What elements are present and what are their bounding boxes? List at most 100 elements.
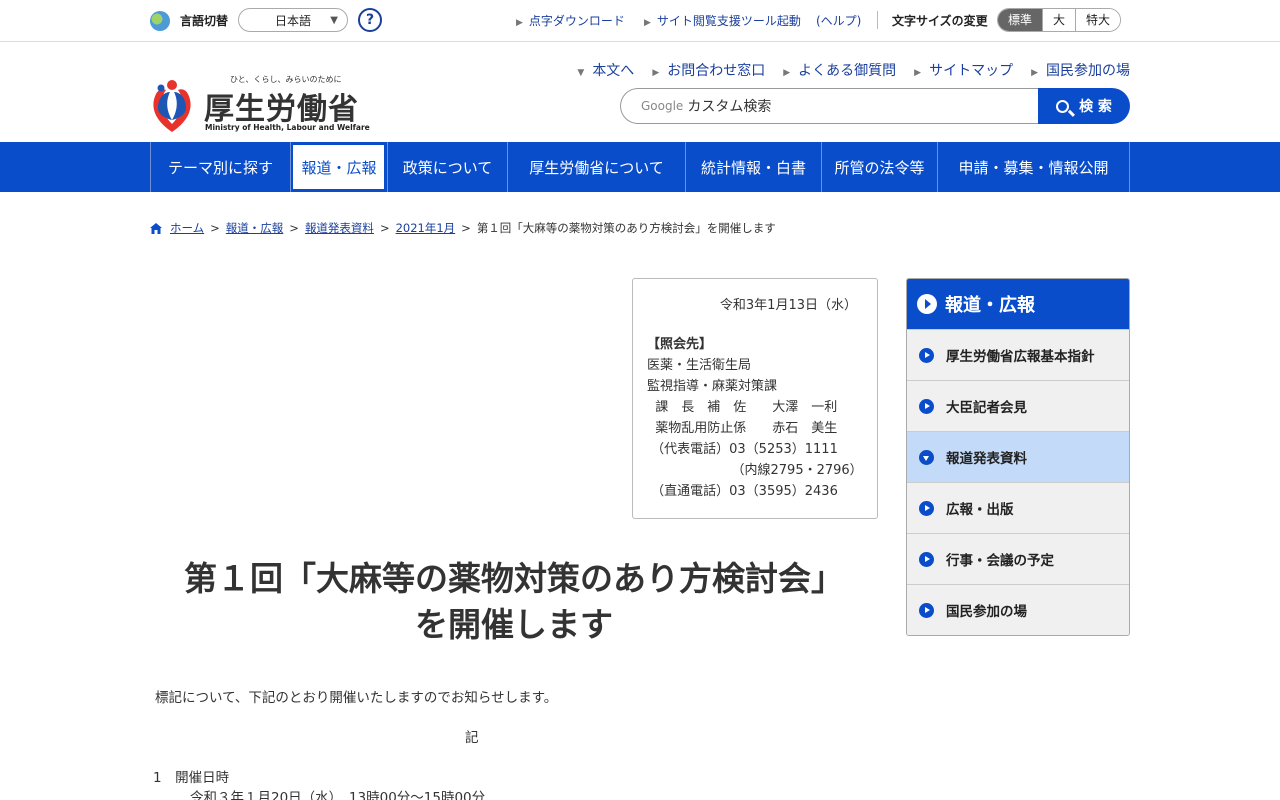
article-ki: 記 bbox=[465, 730, 479, 746]
divider bbox=[877, 11, 878, 29]
site-logo[interactable]: ひと、くらし、みらいのために 厚生労働省 Ministry of Health,… bbox=[148, 74, 370, 134]
search-input[interactable]: Google カスタム検索 bbox=[620, 88, 1050, 124]
contact-line: 課 長 補 佐 大澤 一利 bbox=[647, 400, 838, 415]
public-participation-link[interactable]: ▶ 国民参加の場 bbox=[1031, 60, 1130, 80]
breadcrumb: ホーム > 報道・広報 > 報道発表資料 > 2021年1月 > 第１回「大麻等… bbox=[150, 220, 776, 236]
braille-download-label: 点字ダウンロード bbox=[528, 14, 625, 28]
arrow-right-icon: ▶ bbox=[914, 68, 922, 78]
font-size-xlarge-button[interactable]: 特大 bbox=[1075, 9, 1121, 31]
nav-statistics[interactable]: 統計情報・白書 bbox=[685, 142, 821, 192]
nav-laws[interactable]: 所管の法令等 bbox=[821, 142, 937, 192]
contact-line: 薬物乱用防止係 赤石 美生 bbox=[647, 421, 838, 436]
mhlw-logo-icon bbox=[153, 80, 191, 132]
public-participation-label: 国民参加の場 bbox=[1046, 63, 1130, 79]
breadcrumb-separator: > bbox=[461, 221, 471, 235]
breadcrumb-month[interactable]: 2021年1月 bbox=[396, 220, 456, 236]
contact-line: （直通電話）03（3595）2436 bbox=[647, 484, 838, 499]
side-nav-item-publications[interactable]: 広報・出版 bbox=[907, 482, 1129, 533]
nav-policy[interactable]: 政策について bbox=[387, 142, 507, 192]
contact-link[interactable]: ▶ お問合わせ窓口 bbox=[652, 60, 765, 80]
arrow-right-icon: ▶ bbox=[644, 18, 651, 28]
font-size-label: 文字サイズの変更 bbox=[892, 14, 988, 28]
nav-theme[interactable]: テーマ別に探す bbox=[150, 142, 290, 192]
breadcrumb-separator: > bbox=[210, 221, 220, 235]
side-nav-item-label: 行事・会議の予定 bbox=[946, 553, 1054, 569]
utility-bar: 言語切替 日本語 ▼ ? ▶ 点字ダウンロード ▶ サイト閲覧支援ツール起動 (ヘル… bbox=[0, 0, 1280, 42]
article-intro: 標記について、下記のとおり開催いたしますのでお知らせします。 bbox=[155, 690, 558, 706]
breadcrumb-press[interactable]: 報道・広報 bbox=[226, 220, 284, 236]
arrow-right-circle-icon bbox=[919, 398, 934, 414]
side-nav-item-press-conference[interactable]: 大臣記者会見 bbox=[907, 380, 1129, 431]
side-nav-item-press-releases[interactable]: 報道発表資料 bbox=[907, 431, 1129, 482]
contact-line: 監視指導・麻薬対策課 bbox=[647, 379, 778, 394]
arrow-right-circle-icon bbox=[917, 294, 937, 314]
sitemap-label: サイトマップ bbox=[929, 63, 1014, 79]
breadcrumb-separator: > bbox=[379, 221, 390, 235]
article-item-detail: 令和３年１月20日（水） 13時00分～15時00分 bbox=[190, 790, 486, 800]
chevron-down-icon: ▼ bbox=[577, 68, 585, 78]
side-nav-item-label: 厚生労働省広報基本指針 bbox=[946, 349, 1095, 365]
font-size-switch: 標準 大 特大 bbox=[997, 8, 1122, 32]
arrow-right-circle-icon bbox=[919, 500, 934, 516]
home-icon bbox=[150, 222, 162, 234]
accessibility-tool-link[interactable]: ▶ サイト閲覧支援ツール起動 bbox=[644, 12, 801, 29]
logo-name: 厚生労働省 bbox=[204, 92, 359, 127]
skip-to-content-link[interactable]: ▼ 本文へ bbox=[577, 60, 634, 80]
braille-download-link[interactable]: ▶ 点字ダウンロード bbox=[516, 12, 625, 29]
contact-heading: 【照会先】 bbox=[647, 337, 713, 352]
page-title-line2: を開催します bbox=[415, 605, 613, 644]
faq-link[interactable]: ▶ よくある御質問 bbox=[783, 60, 896, 80]
side-nav-heading-label: 報道・広報 bbox=[945, 295, 1035, 316]
search-placeholder: カスタム検索 bbox=[687, 99, 772, 115]
accessibility-tool-label: サイト閲覧支援ツール起動 bbox=[656, 14, 801, 28]
arrow-right-circle-icon bbox=[919, 347, 934, 363]
side-nav-item-public-participation[interactable]: 国民参加の場 bbox=[907, 584, 1129, 635]
side-nav-item-label: 国民参加の場 bbox=[946, 604, 1027, 620]
logo-english-name: Ministry of Health, Labour and Welfare bbox=[205, 123, 370, 132]
side-nav-heading[interactable]: 報道・広報 bbox=[907, 279, 1129, 329]
side-nav-item-pr-guideline[interactable]: 厚生労働省広報基本指針 bbox=[907, 329, 1129, 380]
page-title: 第１回「大麻等の薬物対策のあり方検討会」 を開催します bbox=[150, 556, 878, 648]
arrow-down-circle-icon bbox=[919, 449, 934, 465]
breadcrumb-home[interactable]: ホーム bbox=[170, 220, 204, 236]
contact-box: 令和3年1月13日（水） 【照会先】 医薬・生活衛生局 監視指導・麻薬対策課 課… bbox=[632, 278, 878, 519]
font-size-standard-button[interactable]: 標準 bbox=[998, 9, 1043, 31]
font-size-large-button[interactable]: 大 bbox=[1042, 9, 1076, 31]
chevron-down-icon: ▼ bbox=[330, 15, 338, 26]
nav-applications[interactable]: 申請・募集・情報公開 bbox=[937, 142, 1130, 192]
accessibility-help-link[interactable]: (ヘルプ) bbox=[816, 12, 861, 29]
nav-press[interactable]: 報道・広報 bbox=[290, 142, 387, 192]
search-button-label: 検 索 bbox=[1079, 99, 1112, 115]
contact-label: お問合わせ窓口 bbox=[667, 63, 766, 79]
breadcrumb-separator: > bbox=[289, 221, 299, 235]
sitemap-link[interactable]: ▶ サイトマップ bbox=[914, 60, 1013, 80]
contact-line: （代表電話）03（5253）1111 bbox=[647, 442, 838, 457]
header-links: ▼ 本文へ ▶ お問合わせ窓口 ▶ よくある御質問 ▶ サイトマップ ▶ 国民参加の場 bbox=[559, 60, 1130, 80]
breadcrumb-current: 第１回「大麻等の薬物対策のあり方検討会」を開催します bbox=[476, 221, 776, 235]
arrow-right-icon: ▶ bbox=[1031, 68, 1038, 78]
side-nav-item-events[interactable]: 行事・会議の予定 bbox=[907, 533, 1129, 584]
breadcrumb-press-releases[interactable]: 報道発表資料 bbox=[305, 220, 374, 236]
page-title-line1: 第１回「大麻等の薬物対策のあり方検討会」 bbox=[184, 559, 844, 598]
side-nav-item-label: 報道発表資料 bbox=[946, 451, 1027, 467]
side-nav-item-label: 広報・出版 bbox=[946, 502, 1014, 518]
arrow-right-icon: ▶ bbox=[783, 68, 791, 78]
side-nav-item-label: 大臣記者会見 bbox=[946, 400, 1027, 416]
arrow-right-icon: ▶ bbox=[652, 68, 660, 78]
side-nav: 報道・広報 厚生労働省広報基本指針 大臣記者会見 報道発表資料 広報・出版 行事… bbox=[906, 278, 1130, 636]
language-select-value: 日本語 bbox=[274, 13, 311, 28]
search-icon bbox=[1056, 99, 1070, 113]
search-button[interactable]: 検 索 bbox=[1038, 88, 1130, 124]
faq-label: よくある御質問 bbox=[798, 63, 897, 79]
skip-to-content-label: 本文へ bbox=[592, 63, 635, 79]
google-label: Google bbox=[641, 99, 684, 113]
globe-icon bbox=[150, 11, 170, 31]
release-date: 令和3年1月13日（水） bbox=[719, 298, 857, 313]
arrow-right-circle-icon bbox=[919, 602, 934, 618]
global-nav: テーマ別に探す 報道・広報 政策について 厚生労働省について 統計情報・白書 所… bbox=[0, 142, 1280, 192]
language-select[interactable]: 日本語 ▼ bbox=[238, 8, 348, 32]
site-search: Google カスタム検索 検 索 bbox=[620, 88, 1130, 124]
language-help-button[interactable]: ? bbox=[358, 8, 382, 32]
language-switch-label: 言語切替 bbox=[180, 14, 229, 28]
nav-about[interactable]: 厚生労働省について bbox=[507, 142, 685, 192]
